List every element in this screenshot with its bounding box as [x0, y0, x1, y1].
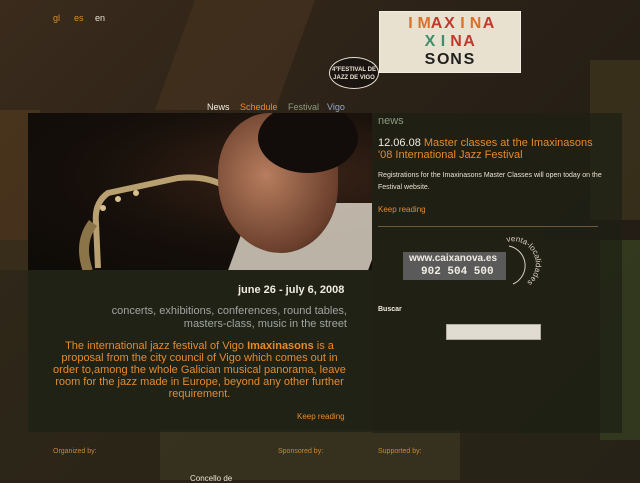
language-link-es[interactable]: es [74, 13, 84, 23]
imaxinasons-logo[interactable]: IMAXINA XINA SONS [379, 11, 521, 73]
festival-badge: 4ºFESTIVAL DE JAZZ DE VIGO [329, 57, 379, 89]
intro-festival-name: Imaxinasons [247, 340, 314, 352]
news-body: Registrations for the Imaxinasons Master… [378, 172, 602, 191]
badge-line: 4ºFESTIVAL DE [332, 67, 376, 73]
logo-letter: S [424, 51, 437, 68]
intro-text: The international jazz festival of Vigo [65, 340, 248, 352]
divider [378, 226, 598, 227]
logo-letter: S [463, 51, 476, 68]
background-shape [160, 430, 460, 480]
festival-dates: june 26 - july 6, 2008 [238, 284, 345, 296]
news-keep-reading-link[interactable]: Keep reading [378, 205, 426, 214]
news-date: 12.06.08 [378, 137, 421, 149]
logo-letter: X [444, 15, 456, 32]
logo-letter: M [417, 15, 432, 32]
keep-reading-link[interactable]: Keep reading [297, 412, 345, 421]
nav-festival[interactable]: Festival [288, 102, 319, 112]
logo-letter: O [437, 51, 451, 68]
caixanova-phone: 902 504 500 [421, 266, 494, 278]
nav-vigo[interactable]: Vigo [327, 102, 345, 112]
concello-label: Concello de [190, 474, 233, 483]
caixanova-banner[interactable]: www.caixanova.es 902 504 500 venta-local… [403, 236, 545, 290]
logo-letter: N [450, 51, 463, 68]
logo-letter: N [450, 33, 463, 50]
festival-intro: The international jazz festival of Vigo … [52, 340, 347, 400]
logo-row: IMAXINA [405, 15, 496, 33]
venta-localidades-arc: venta-localidades [506, 236, 543, 287]
news-headline[interactable]: 12.06.08 Master classes at the Imaxinaso… [378, 137, 608, 161]
organized-by-label: Organized by: [53, 448, 97, 455]
supported-by-label: Supported by: [378, 448, 422, 455]
logo-row: XINA [424, 33, 476, 51]
logo-letter: X [424, 33, 437, 50]
caixanova-url: www.caixanova.es [409, 253, 498, 264]
festival-tagline: concerts, exhibitions, conferences, roun… [111, 305, 347, 330]
logo-letter: I [460, 15, 466, 32]
sponsored-by-label: Sponsored by: [278, 448, 324, 455]
saxophonist-photo [28, 113, 372, 270]
language-link-gl[interactable]: gl [53, 13, 60, 23]
badge-line: JAZZ DE VIGO [333, 75, 375, 81]
saxophone-illustration [79, 174, 228, 270]
nav-news[interactable]: News [207, 102, 230, 112]
search-label: Buscar [378, 306, 402, 313]
logo-letter: A [482, 15, 496, 32]
logo-letter: A [463, 33, 476, 50]
logo-row: SONS [424, 51, 476, 69]
nav-schedule[interactable]: Schedule [240, 102, 278, 112]
news-heading: news [378, 115, 404, 127]
search-input[interactable] [446, 324, 541, 340]
logo-letter: N [469, 15, 483, 32]
logo-letter: I [408, 15, 414, 32]
logo-letter: A [430, 15, 444, 32]
logo-letter: I [440, 33, 447, 50]
language-link-en[interactable]: en [95, 13, 105, 23]
